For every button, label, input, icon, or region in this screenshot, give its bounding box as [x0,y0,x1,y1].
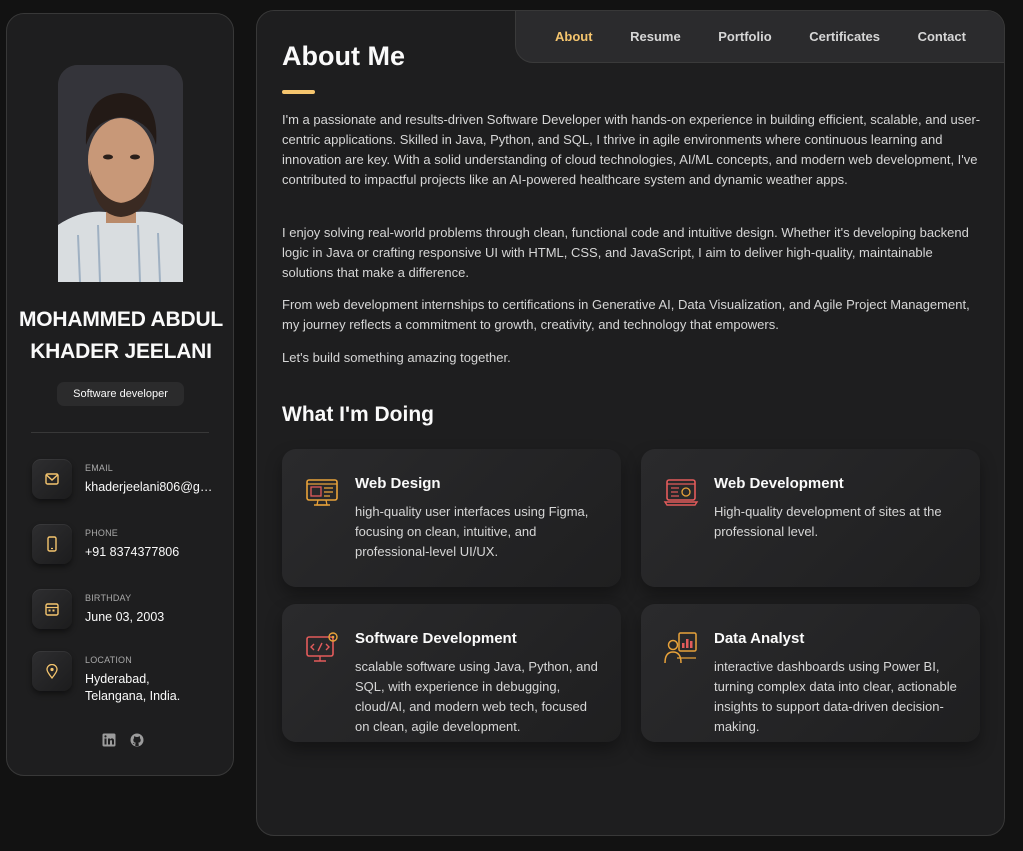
web-design-icon [304,475,340,511]
profile-title-badge: Software developer [57,382,184,406]
about-paragraph: Let's build something amazing together. [282,350,511,365]
service-card-software-development: Software Development scalable software u… [282,604,621,742]
web-development-icon [663,475,699,511]
birthday-value: June 03, 2003 [85,610,165,624]
service-text: High-quality development of sites at the… [714,504,942,539]
social-links [102,733,144,747]
service-text: high-quality user interfaces using Figma… [355,504,589,559]
sidebar-separator [31,432,209,433]
nav-portfolio[interactable]: Portfolio [718,29,771,44]
service-title: Data Analyst [714,630,805,647]
avatar [58,65,183,282]
phone-link[interactable]: +91 8374377806 [85,544,213,561]
profile-name: MOHAMMED ABDUL KHADER JEELANI [7,304,235,368]
contact-label: LOCATION [85,655,132,665]
github-icon[interactable] [130,733,144,747]
title-underline [282,90,315,94]
mail-icon [32,459,72,499]
page-title: About Me [282,41,405,71]
service-text: scalable software using Java, Python, an… [355,659,598,734]
service-card-data-analyst: Data Analyst interactive dashboards usin… [641,604,980,742]
main-panel: About Resume Portfolio Certificates Cont… [256,10,1005,836]
location-icon [32,651,72,691]
linkedin-icon[interactable] [102,733,116,747]
email-link[interactable]: khaderjeelani806@gmail.com [85,479,213,496]
service-text: interactive dashboards using Power BI, t… [714,659,957,734]
profile-name-line2: KHADER JEELANI [30,340,212,363]
service-title: Web Design [355,475,441,492]
contact-label: EMAIL [85,463,114,473]
profile-name-line1: MOHAMMED ABDUL [18,308,224,331]
contact-phone: PHONE +91 8374377806 [32,524,222,568]
service-title: Web Development [714,475,844,492]
data-analyst-icon [663,630,699,666]
about-paragraph: I'm a passionate and results-driven Soft… [282,112,981,187]
nav-contact[interactable]: Contact [918,29,966,44]
calendar-icon [32,589,72,629]
about-paragraph: From web development internships to cert… [282,297,970,332]
service-title: Software Development [355,630,517,647]
location-value: Hyderabad, Telangana, India. [85,672,181,703]
nav-about[interactable]: About [555,29,593,44]
contact-label: BIRTHDAY [85,593,132,603]
phone-icon [32,524,72,564]
services-heading: What I'm Doing [282,403,434,426]
service-card-web-development: Web Development High-quality development… [641,449,980,587]
contact-label: PHONE [85,528,119,538]
about-paragraph: I enjoy solving real-world problems thro… [282,225,969,280]
service-card-web-design: Web Design high-quality user interfaces … [282,449,621,587]
navbar: About Resume Portfolio Certificates Cont… [515,11,1004,63]
software-development-icon [304,630,340,666]
contact-birthday: BIRTHDAY June 03, 2003 [32,589,222,633]
nav-certificates[interactable]: Certificates [809,29,880,44]
contact-email: EMAIL khaderjeelani806@gmail.com [32,459,222,503]
nav-resume[interactable]: Resume [630,29,681,44]
sidebar: MOHAMMED ABDUL KHADER JEELANI Software d… [6,13,234,776]
contact-location: LOCATION Hyderabad, Telangana, India. [32,651,222,703]
